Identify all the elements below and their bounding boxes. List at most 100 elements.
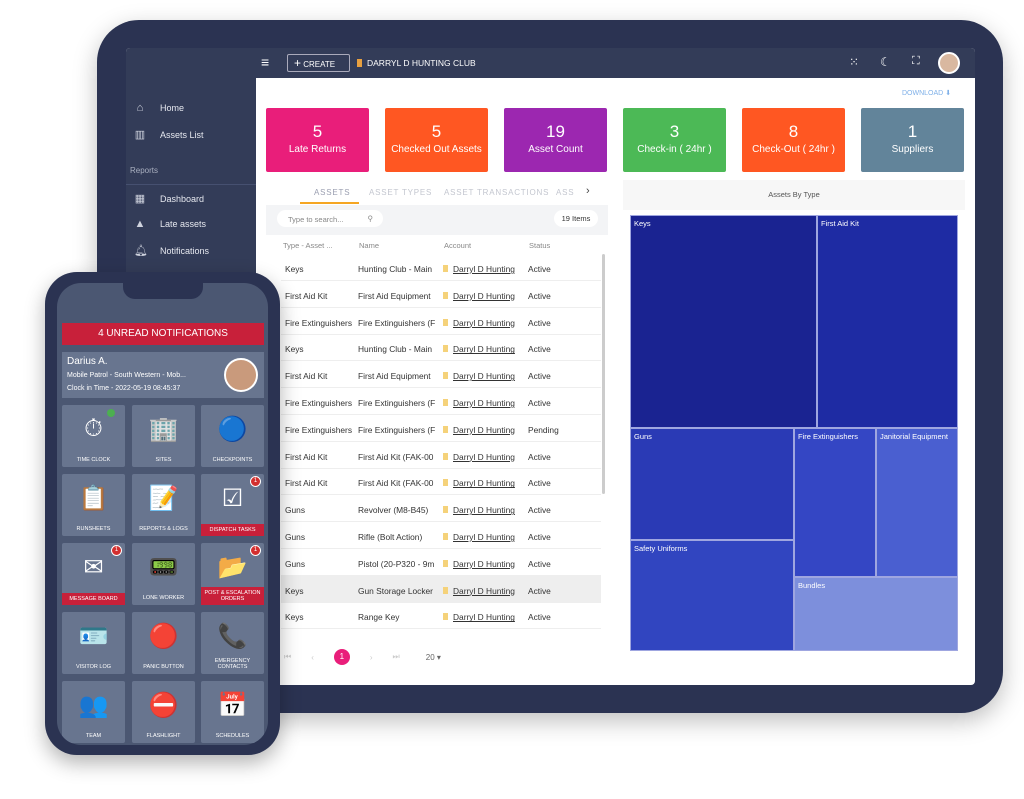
tile-checkpoints[interactable]: 🔵 CHECKPOINTS <box>201 405 264 467</box>
next-page-icon[interactable]: › <box>370 653 373 662</box>
tile-runsheets[interactable]: 📋 RUNSHEETS <box>62 474 125 536</box>
account-link[interactable]: Darryl D Hunting <box>453 612 519 622</box>
table-row[interactable]: Keys Hunting Club - Main Darryl D Hunting A… <box>281 334 601 362</box>
tile-panic-button[interactable]: 🔴 PANIC BUTTON <box>132 612 195 674</box>
first-page-icon[interactable]: ⏮ <box>284 652 291 662</box>
unread-notifications-banner[interactable]: 4 UNREAD NOTIFICATIONS <box>62 323 264 345</box>
tile-emergency-contacts[interactable]: 📞 EMERGENCY CONTACTS <box>201 612 264 674</box>
treemap-cell[interactable]: Keys <box>630 215 817 428</box>
treemap-cell[interactable]: Guns <box>630 428 794 540</box>
tile-icon: 🔴 <box>148 623 179 650</box>
tile-time-clock[interactable]: ⏱ TIME CLOCK <box>62 405 125 467</box>
account-link[interactable]: Darryl D Hunting <box>453 452 519 462</box>
prev-page-icon[interactable]: ‹ <box>311 653 314 662</box>
treemap-cell[interactable]: Bundles <box>794 577 958 651</box>
column-header[interactable]: Type - Asset ... <box>283 241 333 250</box>
tile-reports-logs[interactable]: 📝 REPORTS & LOGS <box>132 474 195 536</box>
account-color-icon <box>443 559 448 567</box>
table-row[interactable]: Keys Hunting Club - Main Darryl D Hunting A… <box>281 254 601 281</box>
fullscreen-icon[interactable]: ⛶ <box>912 55 920 68</box>
avatar[interactable] <box>938 52 960 74</box>
account-color-icon <box>443 586 448 594</box>
table-row[interactable]: Keys Gun Storage Locker Darryl D Hunting Ac… <box>281 575 601 603</box>
tile-icon: 👥 <box>78 692 109 719</box>
stat-card[interactable]: 8 Check-Out ( 24hr ) <box>742 108 845 172</box>
stat-card[interactable]: 1 Suppliers <box>861 108 964 172</box>
tile-dispatch-tasks[interactable]: ☑ 1 DISPATCH TASKS <box>201 474 264 536</box>
account-link[interactable]: Darryl D Hunting <box>453 291 519 301</box>
sidebar-item-home[interactable]: ⌂ Home <box>134 102 184 114</box>
account-link[interactable]: Darryl D Hunting <box>453 532 519 542</box>
column-header[interactable]: Account <box>444 241 471 250</box>
search-input[interactable]: Type to search... ⚲ <box>277 210 383 227</box>
tile-icon: 📝 <box>148 485 179 512</box>
table-row[interactable]: Fire Extinguishers Fire Extinguishers (F D… <box>281 308 601 335</box>
page-button[interactable]: 1 <box>333 649 350 665</box>
treemap-cell[interactable]: Janitorial Equipment <box>876 428 958 577</box>
tile-sites[interactable]: 🏢 SITES <box>132 405 195 467</box>
column-header[interactable]: Name <box>359 241 379 250</box>
tab-asset-types[interactable]: ASSET TYPES <box>369 188 432 197</box>
tile-message-board[interactable]: ✉ 1 MESSAGE BOARD <box>62 543 125 605</box>
account-color-icon <box>443 613 448 621</box>
treemap-cell[interactable]: First Aid Kit <box>817 215 958 428</box>
account-link[interactable]: Darryl D Hunting <box>453 344 519 354</box>
status: Active <box>528 264 551 274</box>
account-color-icon <box>443 345 448 353</box>
table-row[interactable]: Guns Rifle (Bolt Action) Darryl D Hunting A… <box>281 522 601 549</box>
table-row[interactable]: Fire Extinguishers Fire Extinguishers (F D… <box>281 388 601 415</box>
account-link[interactable]: Darryl D Hunting <box>453 371 519 381</box>
stat-card[interactable]: 5 Late Returns <box>266 108 369 172</box>
tile-flashlight[interactable]: ⛔ FLASHLIGHT <box>132 681 195 743</box>
tile-lone-worker[interactable]: 📟 LONE WORKER <box>132 543 195 605</box>
table-row[interactable]: Fire Extinguishers Fire Extinguishers (F D… <box>281 415 601 442</box>
status-dot <box>107 409 115 417</box>
account-link[interactable]: Darryl D Hunting <box>453 478 519 488</box>
account-link[interactable]: Darryl D Hunting <box>453 505 519 515</box>
download-button[interactable]: DOWNLOAD ⬇ <box>902 89 951 97</box>
account-link[interactable]: Darryl D Hunting <box>453 264 519 274</box>
tile-post-escalation-orders[interactable]: 📂 1 POST & ESCALATION ORDERS <box>201 543 264 605</box>
table-row[interactable]: Guns Revolver (M8-B45) Darryl D Hunting Act… <box>281 495 601 523</box>
account-color-icon <box>443 399 448 406</box>
table-row[interactable]: First Aid Kit First Aid Kit (FAK-00 Darryl… <box>281 442 601 469</box>
dark-mode-icon[interactable]: ☾ <box>880 55 891 69</box>
sidebar-item-notifications[interactable]: 🔔︎ Notifications <box>134 244 209 257</box>
tile-visitor-log[interactable]: 🪪 VISITOR LOG <box>62 612 125 674</box>
account-link[interactable]: Darryl D Hunting <box>453 425 519 435</box>
sidebar-item-assets-list[interactable]: ▥ Assets List <box>134 128 204 141</box>
tab-asset-transactions[interactable]: ASSET TRANSACTIONS <box>444 188 549 197</box>
account-link[interactable]: Darryl D Hunting <box>453 398 519 408</box>
treemap-cell[interactable]: Fire Extinguishers <box>794 428 876 577</box>
profile-card[interactable]: Darius A. Mobile Patrol - South Western … <box>62 352 264 398</box>
table-row[interactable]: First Aid Kit First Aid Equipment Darryl D… <box>281 361 601 389</box>
account-link[interactable]: Darryl D Hunting <box>453 318 519 328</box>
stat-card[interactable]: 5 Checked Out Assets <box>385 108 488 172</box>
stat-card[interactable]: 19 Asset Count <box>504 108 607 172</box>
table-row[interactable]: Keys Range Key Darryl D Hunting Active <box>281 602 601 630</box>
tile-schedules[interactable]: 📅 SCHEDULES <box>201 681 264 743</box>
tab-more[interactable]: ASSE <box>556 188 574 197</box>
page-size-select[interactable]: 20 ▾ <box>426 653 441 662</box>
stat-card[interactable]: 3 Check-in ( 24hr ) <box>623 108 726 172</box>
sidebar-item-late-assets[interactable]: ▲ Late assets <box>134 218 206 230</box>
table-row[interactable]: First Aid Kit First Aid Equipment Darryl D… <box>281 281 601 308</box>
create-button[interactable]: + CREATE <box>287 54 350 72</box>
sidebar-item-dashboard[interactable]: ▦ Dashboard <box>134 192 204 205</box>
tab-assets[interactable]: ASSETS <box>314 188 350 197</box>
column-header[interactable]: Status <box>529 241 550 250</box>
scrollbar[interactable] <box>602 254 605 494</box>
last-page-icon[interactable]: ⏭ <box>393 652 400 662</box>
account-link[interactable]: Darryl D Hunting <box>453 586 519 596</box>
tile-team[interactable]: 👥 TEAM <box>62 681 125 743</box>
menu-icon[interactable]: ≡ <box>261 54 269 70</box>
account-link[interactable]: Darryl D Hunting <box>453 559 519 569</box>
chevron-right-icon[interactable]: › <box>586 185 590 197</box>
apps-grid-icon[interactable]: ⁙ <box>849 55 859 69</box>
pagination: ⏮ ‹ 1 › ⏭ 20 ▾ <box>284 649 441 665</box>
table-row[interactable]: First Aid Kit First Aid Kit (FAK-00 Darryl… <box>281 468 601 496</box>
status: Pending <box>528 424 559 435</box>
club-color-icon <box>357 59 362 67</box>
treemap-cell[interactable]: Safety Uniforms <box>630 540 794 651</box>
table-row[interactable]: Guns Pistol (20-P320 - 9m Darryl D Hunting… <box>281 549 601 576</box>
